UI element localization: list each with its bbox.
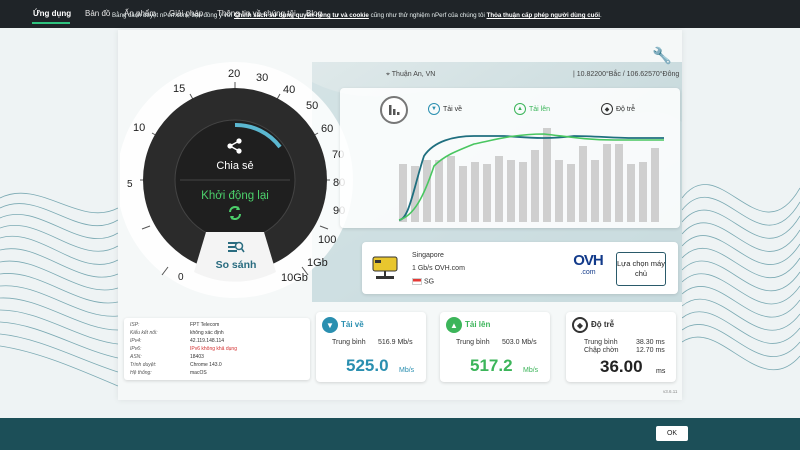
download-speed-unit: Mb/s [399,367,415,374]
choose-server-button[interactable]: Lựa chọn máy chủ [616,252,666,286]
server-country: SG [412,278,434,285]
info-value: 18403 [190,354,204,360]
download-title: Tải về [341,320,364,329]
info-value: macOS [190,370,207,376]
info-value: 42.119.148.114 [190,338,225,344]
graph-bars-toggle[interactable] [380,96,408,124]
cookie-middle: cũng như thử nghiệm nPerf của chúng tôi [370,12,485,19]
ovh-logo-suffix: .com [580,269,596,276]
download-arrow-icon: ▼ [322,317,338,333]
legend-latency-label: Độ trễ [616,105,636,113]
gauge-tick: 40 [283,84,296,96]
ovh-logo: OVH .com [568,252,608,286]
latency-bars [399,128,659,222]
gauge-tick: 10 [133,122,146,134]
share-label: Chia sẻ [216,160,254,172]
nav-item-map[interactable]: Bản đồ [85,0,110,28]
restart-button[interactable]: Khởi động lại [190,190,280,226]
info-value-warning: IPv6 không khả dụng [190,346,237,352]
eula-link[interactable]: Thỏa thuận cấp phép người dùng cuối [487,12,600,19]
legend-latency[interactable]: ◆ Độ trễ [601,103,635,115]
legend-download[interactable]: ▼ Tải về [428,103,462,115]
latency-result-card: ◆ Độ trễ Trung bình 38.30 ms Chập chờn 1… [566,312,676,382]
nav-active-indicator [32,22,70,24]
latency-unit: ms [656,368,666,375]
flag-sg-icon [412,278,422,285]
gauge-tick: 30 [256,72,269,84]
info-label: IPv4: [130,338,142,344]
info-label: Hệ thống: [130,370,152,376]
upload-title: Tải lên [465,320,491,329]
latency-title: Độ trễ [591,320,615,329]
gauge-tick: 5 [127,179,133,190]
cookie-ok-button[interactable]: OK [656,426,688,441]
gauge-tick: 50 [306,100,319,112]
legend-upload-label: Tải lên [529,105,551,113]
info-label: IPv6: [130,346,142,352]
ovh-logo-mark: OVH [573,252,604,269]
version-label: v3.6.11 [663,389,678,394]
speed-graph [398,128,664,222]
download-avg-label: Trung bình [332,339,366,346]
location-coords-text: 10.82200°Bắc / 106.62570°Đông [576,71,680,78]
latency-avg-value: 38.30 ms [636,339,665,346]
compare-icon [228,241,245,253]
compare-button[interactable]: So sánh [206,240,266,274]
upload-avg-value: 503.0 Mb/s [502,339,537,346]
server-icon [372,256,398,279]
location-pin-icon: ⌖ [386,71,390,78]
info-value: FPT Telecom [190,322,220,328]
gauge-tick: 60 [321,123,334,135]
privacy-policy-link[interactable]: Chính sách sử dụng quyền riêng tư và coo… [234,12,369,19]
info-value: không xác định [190,330,224,336]
download-speed-value: 525.0 [346,356,389,375]
upload-result-card: ▲ Tải lên Trung bình 503.0 Mb/s 517.2 Mb… [440,312,550,382]
cookie-text: Bằng cách duyệt nPerf.com, bạn đồng ý vớ… [112,12,602,19]
location-place-text: Thuận An, VN [391,71,436,78]
gauge-tick: 100 [318,234,337,246]
download-avg-value: 516.9 Mb/s [378,339,413,346]
connection-info-card: ISP: FPT Telecom Kiểu kết nối: không xác… [124,318,310,380]
location-coords: | 10.82200°Bắc / 106.62570°Đông [573,71,680,78]
download-result-card: ▼ Tải về Trung bình 516.9 Mb/s 525.0 Mb/… [316,312,426,382]
gauge-tick: 0 [178,272,184,283]
info-label: Trình duyệt: [130,362,157,368]
cookie-suffix: . [599,12,602,19]
download-arrow-icon: ▼ [428,103,440,115]
latency-avg-label: Trung bình [584,339,618,346]
info-label: Kiểu kết nối: [130,330,158,336]
bar-chart-icon [389,105,400,115]
server-country-code: SG [423,278,435,286]
latency-value: 36.00 [600,357,643,376]
restart-label: Khởi động lại [201,190,269,202]
share-icon [227,138,242,154]
latency-jitter-value: 12.70 ms [636,347,665,354]
upload-avg-label: Trung bình [456,339,490,346]
info-value: Chrome 143.0 [190,362,222,368]
latency-arrows-icon: ◆ [572,317,588,333]
upload-speed-unit: Mb/s [523,367,539,374]
upload-arrow-icon: ▲ [446,317,462,333]
compare-label: So sánh [215,259,257,271]
upload-arrow-icon: ▲ [514,103,526,115]
share-button[interactable]: Chia sẻ [205,137,265,177]
gauge-tick: 20 [228,68,241,80]
choose-server-label: Lựa chọn máy chủ [617,259,665,278]
cookie-prefix: Bằng cách duyệt nPerf.com, bạn đồng ý vớ… [112,12,233,19]
legend-upload[interactable]: ▲ Tải lên [514,103,550,115]
latency-jitter-label: Chập chờn [584,347,619,354]
gauge-tick: 10Gb [281,272,308,284]
upload-speed-value: 517.2 [470,356,513,375]
info-label: ISP: [130,322,140,328]
refresh-icon [229,206,241,220]
settings-wrench-icon[interactable]: 🔧 [652,46,672,66]
location-place: ⌖ Thuận An, VN [386,71,435,79]
gauge-tick: 15 [173,83,186,95]
latency-arrows-icon: ◆ [601,103,613,115]
info-label: ASN: [130,354,142,360]
server-provider: 1 Gb/s OVH.com [412,265,465,272]
gauge-tick: 1Gb [307,257,328,269]
server-city: Singapore [412,252,444,259]
legend-download-label: Tải về [443,105,463,113]
